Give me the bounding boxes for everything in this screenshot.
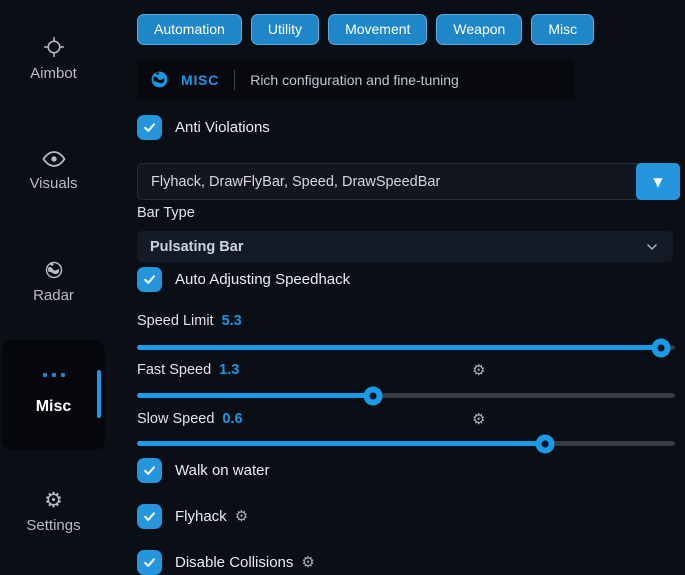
slider-value: 5.3 [222,313,242,329]
fast-speed-label-row: Fast Speed 1.3 [137,362,239,378]
tab-weapon[interactable]: Weapon [436,14,522,45]
slider-fill [137,393,374,398]
tab-utility[interactable]: Utility [251,14,319,45]
sidebar-item-misc[interactable]: Misc [2,340,105,450]
slider-label: Slow Speed [137,411,214,427]
anti-violations-row[interactable]: Anti Violations [137,114,270,140]
sidebar: Aimbot Visuals Radar Misc ⚙ Settings [0,0,118,563]
walk-on-water-checkbox[interactable] [137,458,162,483]
dropdown-arrow-icon: ▼ [653,175,662,189]
multiselect-value: Flyhack, DrawFlyBar, Speed, DrawSpeedBar [151,174,440,190]
select-value: Pulsating Bar [150,239,644,255]
fast-speed-gear-button[interactable]: ⚙ [472,361,485,379]
walk-on-water-row[interactable]: Walk on water [137,457,269,483]
globe-icon [44,260,64,280]
fast-speed-slider[interactable] [137,393,675,398]
section-subtitle: Rich configuration and fine-tuning [250,72,459,88]
gear-icon: ⚙ [44,490,63,510]
flyhack-row[interactable]: Flyhack ⚙ [137,503,248,529]
slow-speed-slider[interactable] [137,441,675,446]
crosshair-icon [43,36,65,58]
speed-limit-slider[interactable] [137,345,675,350]
bar-type-select[interactable]: Pulsating Bar [137,231,673,262]
header-divider [234,70,235,90]
slider-handle[interactable] [651,338,670,357]
sidebar-item-aimbot[interactable]: Aimbot [0,36,107,82]
check-icon [142,463,157,478]
anti-violations-checkbox[interactable] [137,115,162,140]
disable-collisions-checkbox[interactable] [137,550,162,575]
flyhack-gear-button[interactable]: ⚙ [235,507,248,525]
sidebar-item-settings[interactable]: ⚙ Settings [0,490,107,534]
chevron-down-icon [644,239,660,255]
sidebar-item-label: Settings [26,517,80,534]
slider-handle[interactable] [535,434,554,453]
app-window: { "app": {"background": "#0a0e15", "tab_… [0,0,685,563]
slow-speed-label-row: Slow Speed 0.6 [137,411,243,427]
section-header: MISC Rich configuration and fine-tuning [137,60,574,99]
auto-adjusting-speedhack-checkbox[interactable] [137,267,162,292]
slider-value: 0.6 [222,411,242,427]
sidebar-item-label: Aimbot [30,65,77,82]
disable-collisions-gear-button[interactable]: ⚙ [301,553,314,571]
slider-value: 1.3 [219,362,239,378]
speed-limit-label-row: Speed Limit 5.3 [137,313,242,329]
checkbox-label: Flyhack [175,508,227,525]
slider-label: Fast Speed [137,362,211,378]
section-title: MISC [181,72,219,88]
checkbox-label: Auto Adjusting Speedhack [175,271,350,288]
dots-icon [2,373,105,377]
check-icon [142,509,157,524]
slider-handle[interactable] [363,386,382,405]
checkbox-label: Anti Violations [175,119,270,136]
check-icon [142,272,157,287]
flyhack-checkbox[interactable] [137,504,162,529]
tab-automation[interactable]: Automation [137,14,242,45]
active-indicator-bar [97,370,101,418]
eye-icon [42,150,66,168]
check-icon [142,120,157,135]
checkbox-label: Walk on water [175,462,269,479]
check-icon [142,555,157,570]
tab-misc[interactable]: Misc [531,14,594,45]
sidebar-item-radar[interactable]: Radar [0,260,107,304]
auto-adjusting-speedhack-row[interactable]: Auto Adjusting Speedhack [137,266,350,292]
bar-multiselect[interactable]: Flyhack, DrawFlyBar, Speed, DrawSpeedBar… [137,163,680,200]
sidebar-item-label: Visuals [29,175,77,192]
bar-type-label: Bar Type [137,205,195,221]
checkbox-label: Disable Collisions [175,554,293,571]
sidebar-item-label: Misc [2,398,105,416]
tab-movement[interactable]: Movement [328,14,427,45]
slider-fill [137,345,662,350]
disable-collisions-row[interactable]: Disable Collisions ⚙ [137,549,315,575]
globe-icon [150,70,169,89]
slider-fill [137,441,546,446]
slider-label: Speed Limit [137,313,214,329]
slow-speed-gear-button[interactable]: ⚙ [472,410,485,428]
tab-bar: Automation Utility Movement Weapon Misc [137,14,594,45]
multiselect-dropdown-button[interactable]: ▼ [636,163,680,200]
sidebar-item-label: Radar [33,287,74,304]
sidebar-item-visuals[interactable]: Visuals [0,150,107,192]
